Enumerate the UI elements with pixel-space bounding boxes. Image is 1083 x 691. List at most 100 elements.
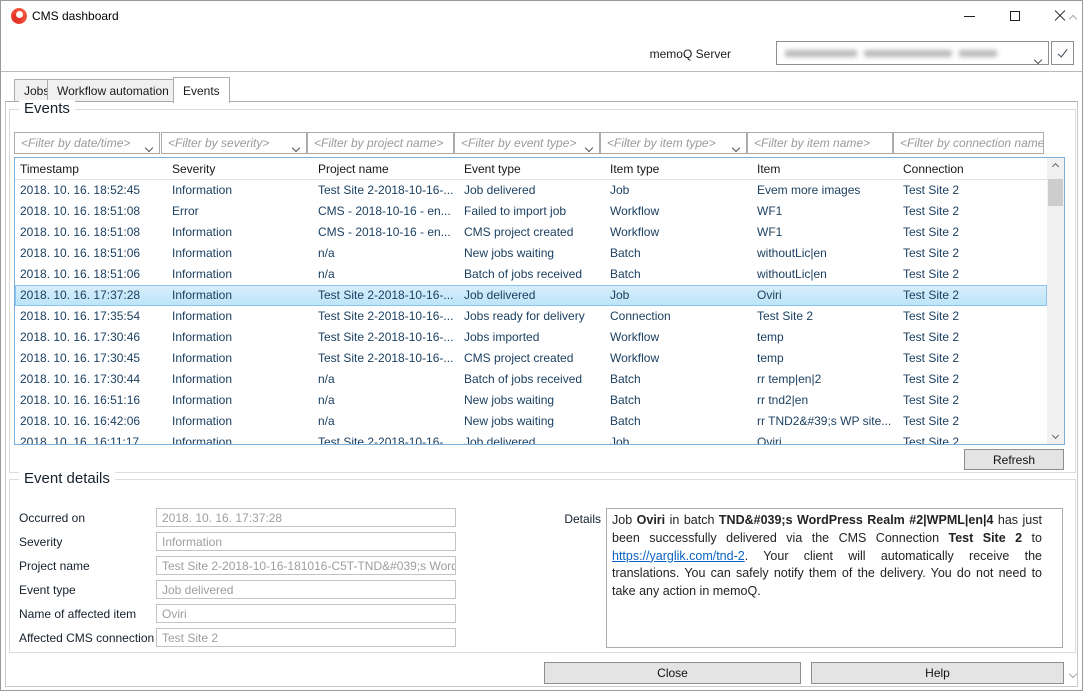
- table-cell: Test Site 2: [898, 201, 1047, 222]
- scroll-down-button[interactable]: [1047, 427, 1064, 444]
- column-header[interactable]: Severity: [167, 158, 313, 179]
- filter-placeholder: <Filter by severity>: [168, 136, 269, 150]
- table-cell: 2018. 10. 16. 18:51:08: [15, 201, 167, 222]
- table-cell: Test Site 2-2018-10-16-...: [313, 348, 459, 369]
- server-combobox[interactable]: [776, 41, 1049, 65]
- table-cell: Information: [167, 369, 313, 390]
- details-text-segment: TND&#039;s WordPress Realm #2|WPML|en|4: [719, 513, 994, 527]
- refresh-button[interactable]: Refresh: [964, 449, 1064, 470]
- table-row[interactable]: 2018. 10. 16. 18:52:45InformationTest Si…: [15, 180, 1047, 201]
- table-row[interactable]: 2018. 10. 16. 18:51:06Informationn/aBatc…: [15, 264, 1047, 285]
- cms-connection-field[interactable]: Test Site 2: [156, 628, 456, 647]
- table-cell: Information: [167, 243, 313, 264]
- tab-events[interactable]: Events: [173, 77, 230, 103]
- tab-workflow-automation[interactable]: Workflow automation: [47, 79, 179, 102]
- table-cell: 2018. 10. 16. 18:52:45: [15, 180, 167, 201]
- table-cell: New jobs waiting: [459, 390, 605, 411]
- affected-item-field[interactable]: Oviri: [156, 604, 456, 623]
- event-type-field[interactable]: Job delivered: [156, 580, 456, 599]
- chevron-down-icon: [293, 140, 299, 154]
- table-row[interactable]: 2018. 10. 16. 16:51:16Informationn/aNew …: [15, 390, 1047, 411]
- chevron-down-icon: [146, 140, 152, 154]
- table-cell: Failed to import job: [459, 201, 605, 222]
- column-header[interactable]: Event type: [459, 158, 605, 179]
- column-header[interactable]: Item type: [605, 158, 752, 179]
- filter-event-type[interactable]: <Filter by event type>: [454, 132, 600, 154]
- affected-item-label: Name of affected item: [19, 607, 136, 621]
- table-cell: Information: [167, 264, 313, 285]
- maximize-button[interactable]: [992, 1, 1037, 31]
- column-header[interactable]: Item: [752, 158, 898, 179]
- table-row[interactable]: 2018. 10. 16. 17:37:28InformationTest Si…: [15, 285, 1047, 306]
- scrollbar-thumb[interactable]: [1048, 179, 1063, 206]
- table-cell: Batch: [605, 243, 752, 264]
- table-cell: Batch: [605, 369, 752, 390]
- table-row[interactable]: 2018. 10. 16. 17:35:54InformationTest Si…: [15, 306, 1047, 327]
- table-cell: WF1: [752, 222, 898, 243]
- column-header[interactable]: Project name: [313, 158, 459, 179]
- minimize-icon: [964, 16, 975, 17]
- filter-date-time[interactable]: <Filter by date/time>: [14, 132, 160, 154]
- table-cell: New jobs waiting: [459, 411, 605, 432]
- table-row[interactable]: 2018. 10. 16. 17:30:44Informationn/aBatc…: [15, 369, 1047, 390]
- vertical-scrollbar[interactable]: [1047, 158, 1064, 444]
- server-name-redacted: [785, 50, 997, 57]
- table-cell: Test Site 2: [898, 432, 1047, 444]
- table-row[interactable]: 2018. 10. 16. 17:30:45InformationTest Si…: [15, 348, 1047, 369]
- column-header[interactable]: Connection: [898, 158, 1047, 179]
- table-cell: n/a: [313, 411, 459, 432]
- help-button[interactable]: Help: [811, 662, 1064, 684]
- minimize-button[interactable]: [947, 1, 992, 31]
- table-cell: 2018. 10. 16. 16:11:17: [15, 432, 167, 444]
- close-icon: [1054, 10, 1066, 22]
- table-cell: Information: [167, 222, 313, 243]
- table-row[interactable]: 2018. 10. 16. 18:51:06Informationn/aNew …: [15, 243, 1047, 264]
- table-cell: CMS project created: [459, 222, 605, 243]
- table-cell: rr temp|en|2: [752, 369, 898, 390]
- server-confirm-button[interactable]: [1051, 41, 1074, 65]
- table-cell: rr TND2&#39;s WP site...: [752, 411, 898, 432]
- table-cell: CMS - 2018-10-16 - en...: [313, 222, 459, 243]
- table-cell: Job: [605, 432, 752, 444]
- table-cell: Jobs ready for delivery: [459, 306, 605, 327]
- window-controls: [947, 1, 1082, 31]
- table-row[interactable]: 2018. 10. 16. 18:51:08InformationCMS - 2…: [15, 222, 1047, 243]
- table-cell: 2018. 10. 16. 16:42:06: [15, 411, 167, 432]
- table-cell: New jobs waiting: [459, 243, 605, 264]
- filter-item-name[interactable]: <Filter by item name>: [747, 132, 893, 154]
- details-text-segment: Job: [612, 513, 637, 527]
- severity-field[interactable]: Information: [156, 532, 456, 551]
- project-name-field[interactable]: Test Site 2-2018-10-16-181016-C5T-TND&#0…: [156, 556, 456, 575]
- events-table-body: 2018. 10. 16. 18:52:45InformationTest Si…: [15, 180, 1047, 444]
- occurred-on-field[interactable]: 2018. 10. 16. 17:37:28: [156, 508, 456, 527]
- details-label: Details: [521, 512, 601, 526]
- details-link[interactable]: https://yarglik.com/tnd-2: [612, 549, 745, 563]
- filter-item-type[interactable]: <Filter by item type>: [600, 132, 747, 154]
- table-cell: Test Site 2: [898, 306, 1047, 327]
- table-row[interactable]: 2018. 10. 16. 18:51:08ErrorCMS - 2018-10…: [15, 201, 1047, 222]
- table-cell: Evem more images: [752, 180, 898, 201]
- table-cell: n/a: [313, 243, 459, 264]
- table-cell: Job delivered: [459, 432, 605, 444]
- scroll-up-button[interactable]: [1047, 158, 1064, 175]
- column-header[interactable]: Timestamp: [15, 158, 167, 179]
- table-cell: Workflow: [605, 222, 752, 243]
- details-text[interactable]: Job Oviri in batch TND&#039;s WordPress …: [606, 508, 1063, 648]
- table-row[interactable]: 2018. 10. 16. 16:42:06Informationn/aNew …: [15, 411, 1047, 432]
- event-details-group-title: Event details: [19, 470, 115, 487]
- filter-placeholder: <Filter by connection name>: [900, 136, 1044, 150]
- severity-label: Severity: [19, 535, 62, 549]
- table-cell: Test Site 2: [898, 243, 1047, 264]
- table-cell: Test Site 2: [898, 348, 1047, 369]
- filter-severity[interactable]: <Filter by severity>: [161, 132, 307, 154]
- table-cell: 2018. 10. 16. 18:51:06: [15, 243, 167, 264]
- table-row[interactable]: 2018. 10. 16. 16:11:17InformationTest Si…: [15, 432, 1047, 444]
- check-icon: [1057, 47, 1067, 58]
- table-cell: 2018. 10. 16. 18:51:08: [15, 222, 167, 243]
- filter-project-name[interactable]: <Filter by project name>: [307, 132, 454, 154]
- close-button[interactable]: Close: [544, 662, 801, 684]
- table-cell: 2018. 10. 16. 17:30:44: [15, 369, 167, 390]
- table-row[interactable]: 2018. 10. 16. 17:30:46InformationTest Si…: [15, 327, 1047, 348]
- filter-connection-name[interactable]: <Filter by connection name>: [893, 132, 1044, 154]
- table-cell: Test Site 2: [898, 390, 1047, 411]
